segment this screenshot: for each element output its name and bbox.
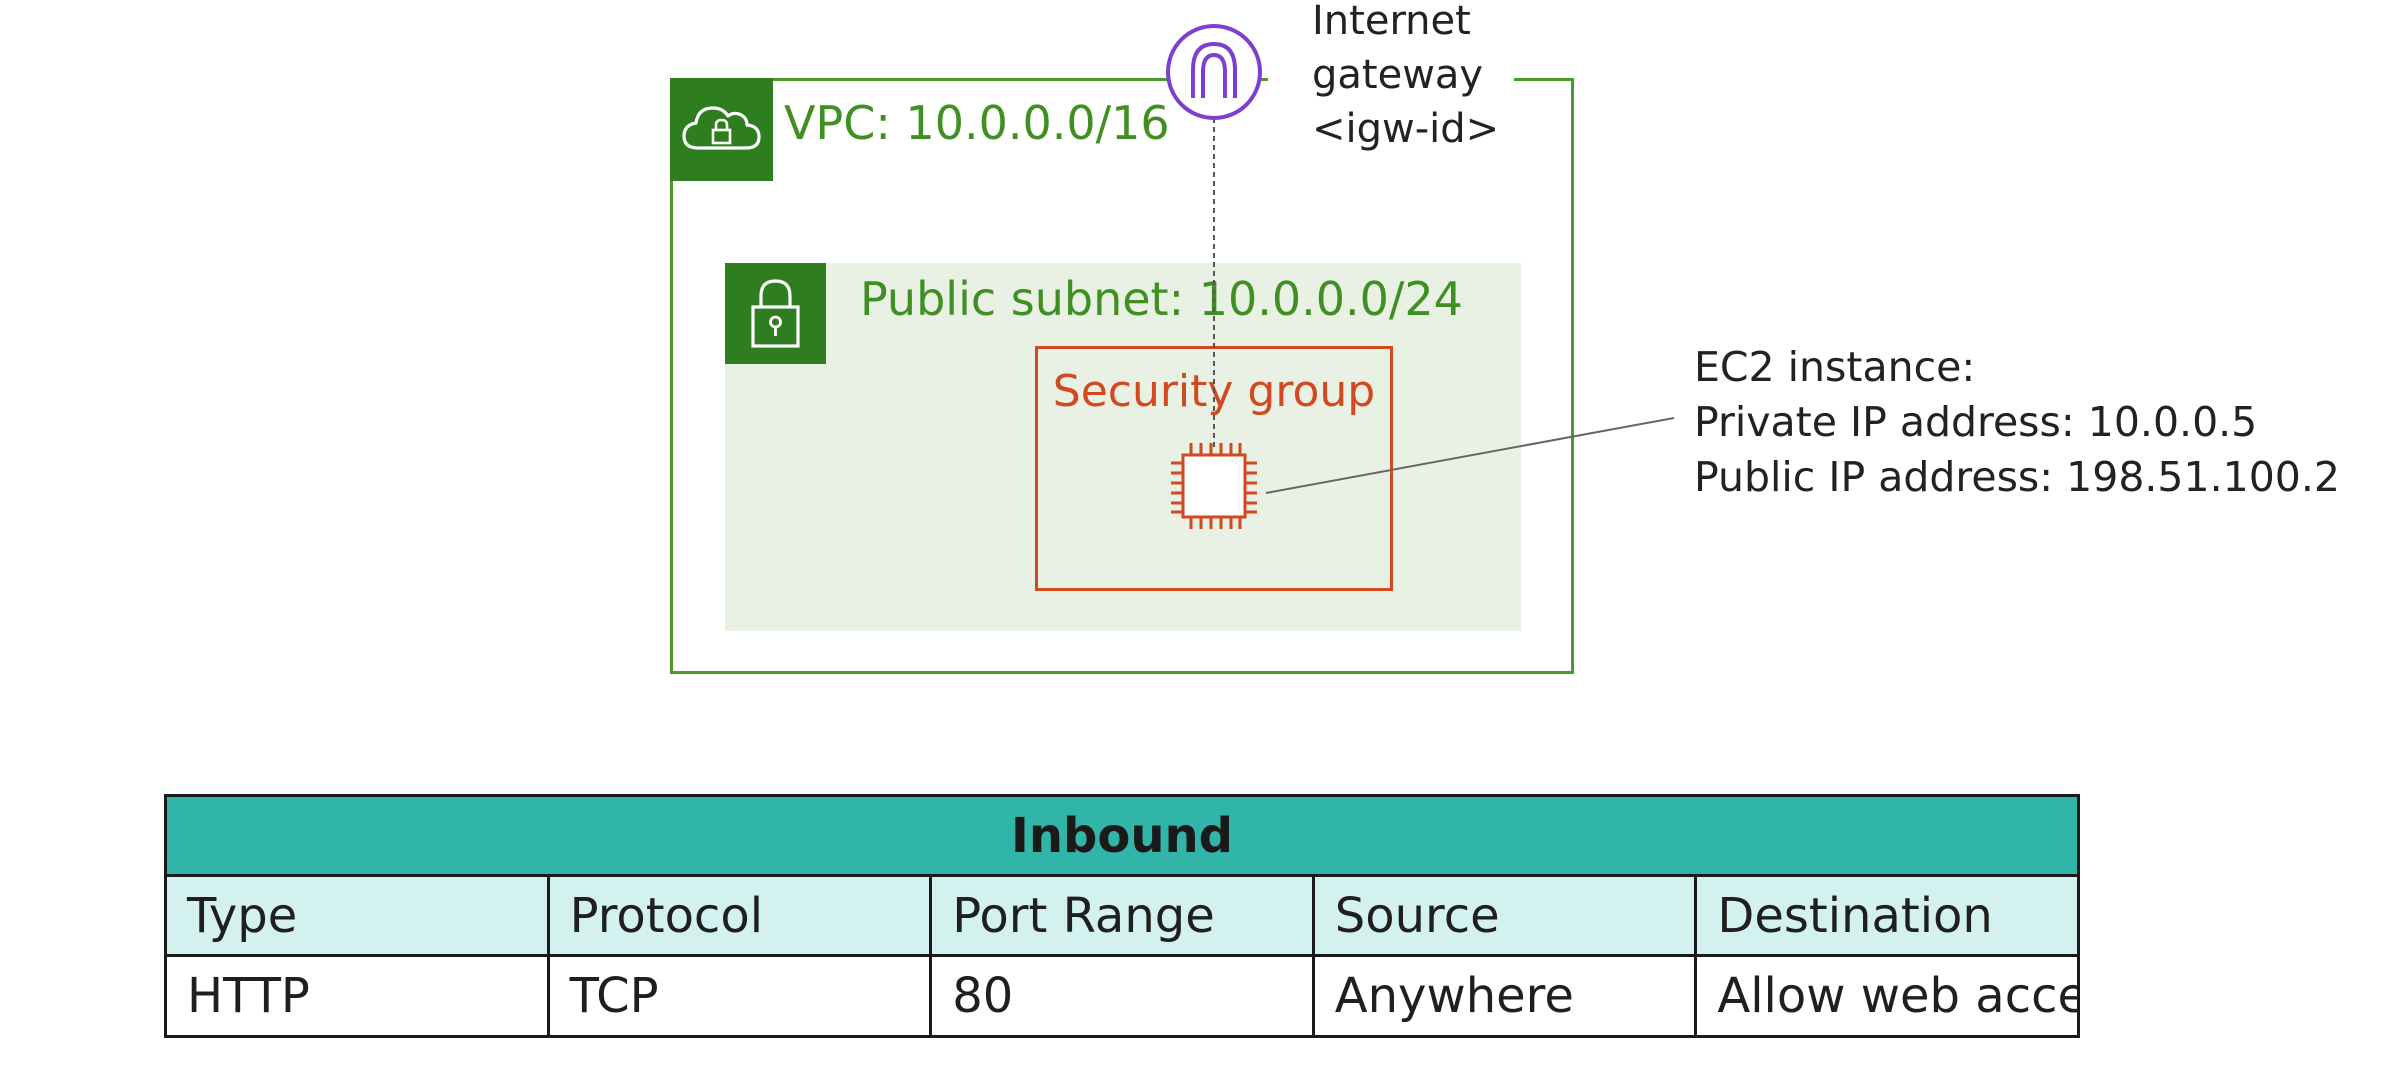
inbound-rules-table: Inbound Type Protocol Port Range Source … xyxy=(164,794,2080,1038)
cell-source: Anywhere xyxy=(1311,954,1698,1038)
ec2-public-ip: Public IP address: 198.51.100.2 xyxy=(1694,453,2341,501)
column-header-source: Source xyxy=(1311,874,1698,957)
ec2-chip-icon xyxy=(1171,443,1257,529)
column-header-protocol: Protocol xyxy=(546,874,933,957)
cell-type: HTTP xyxy=(164,954,550,1038)
cell-port-range: 80 xyxy=(929,954,1315,1038)
igw-line-1: Internet xyxy=(1312,0,1471,44)
column-header-port-range: Port Range xyxy=(929,874,1315,957)
igw-line-2: gateway xyxy=(1312,52,1484,98)
cell-destination: Allow web access xyxy=(1694,954,2080,1038)
table-title: Inbound xyxy=(164,794,2080,877)
internet-gateway-icon xyxy=(1166,24,1262,120)
ec2-leader-line xyxy=(1265,417,1675,494)
column-header-type: Type xyxy=(164,874,550,957)
table-row: HTTP TCP 80 Anywhere Allow web access xyxy=(164,954,2080,1038)
igw-line-3: <igw-id> xyxy=(1312,106,1500,152)
ec2-annotation: EC2 instance: Private IP address: 10.0.0… xyxy=(1694,340,2340,505)
ec2-private-ip: Private IP address: 10.0.0.5 xyxy=(1694,398,2258,446)
ec2-title: EC2 instance: xyxy=(1694,343,1976,391)
cell-protocol: TCP xyxy=(546,954,933,1038)
internet-gateway-label: Internet gateway <igw-id> xyxy=(1312,0,1499,156)
column-header-destination: Destination xyxy=(1694,874,2080,957)
table-header-row: Type Protocol Port Range Source Destinat… xyxy=(164,874,2080,957)
